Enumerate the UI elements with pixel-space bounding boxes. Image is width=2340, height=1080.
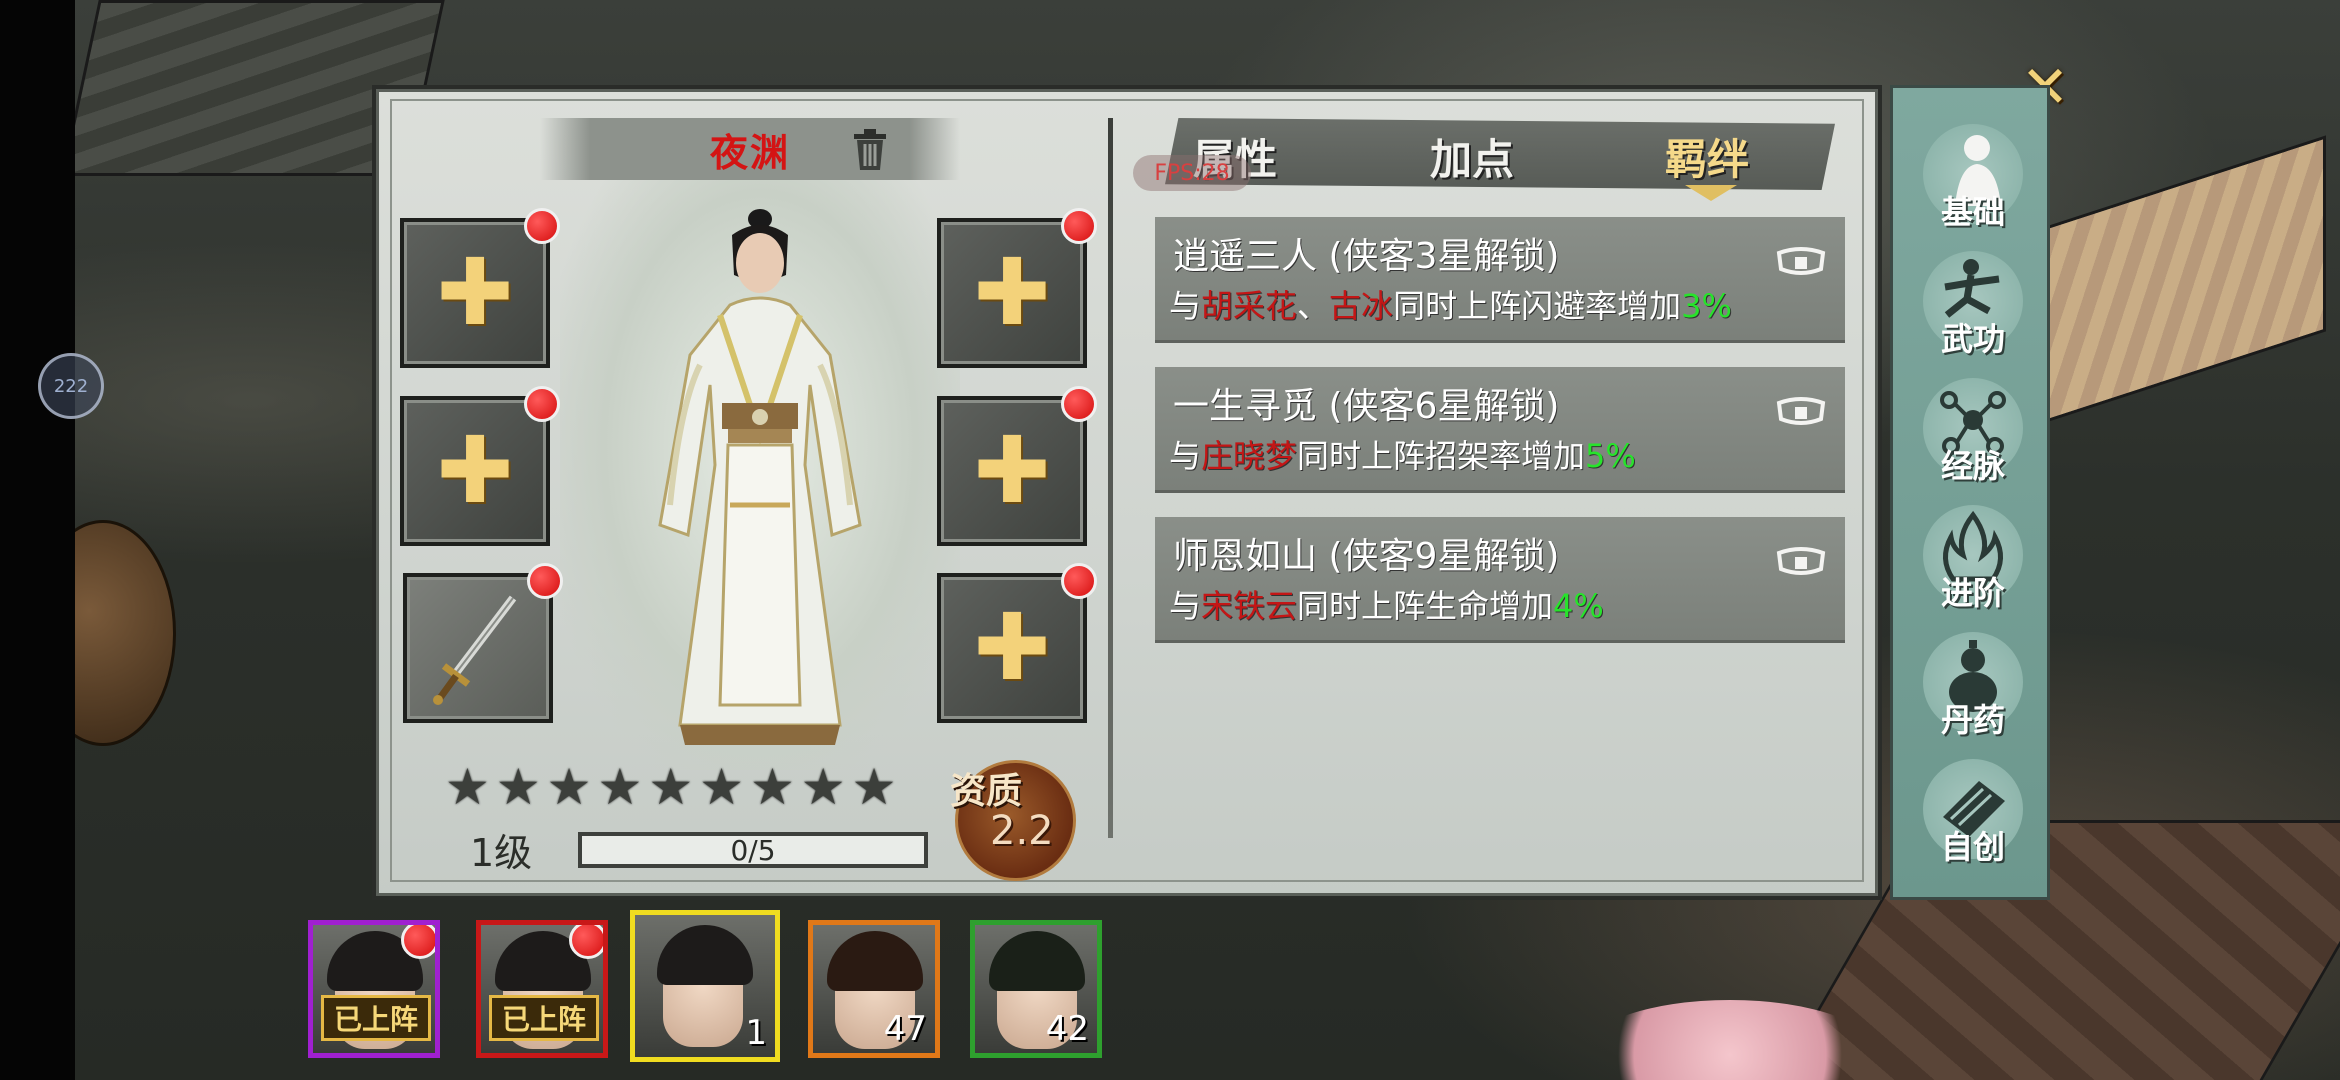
star-icon: ★ [597, 758, 643, 816]
side-tab-label: 进阶 [1940, 574, 2005, 612]
star-icon: ★ [800, 758, 846, 816]
fps-overlay: FPS:28 [1133, 155, 1251, 191]
exp-bar: 0/5 [578, 832, 928, 868]
hero-count: 42 [1045, 1009, 1089, 1049]
star-icon: ★ [749, 758, 795, 816]
character-level: 1级 [470, 831, 533, 875]
fps-indicator[interactable]: 222 [38, 353, 104, 419]
screen-edge [0, 0, 75, 1080]
roster-hero[interactable]: 42 [970, 920, 1102, 1058]
deployed-badge: 已上阵 [321, 995, 431, 1041]
bond-title: 师恩如山 (侠客9星解锁) [1173, 536, 1560, 577]
side-tab-advance[interactable]: 进阶 [1911, 499, 2035, 614]
star-rating: ★ ★ ★ ★ ★ ★ ★ ★ ★ [445, 762, 945, 812]
notification-dot [527, 563, 563, 599]
star-icon: ★ [445, 758, 490, 816]
side-tab-meridians[interactable]: 经脉 [1911, 372, 2035, 487]
side-tab-label: 基础 [1940, 193, 2005, 231]
tab-add-points[interactable]: 加点 [1430, 126, 1514, 187]
bond-entry: 一生寻觅 (侠客6星解锁) 与庄晓梦同时上阵招架率增加5% [1155, 367, 1845, 493]
hero-hair [989, 931, 1085, 991]
bond-percent: 5% [1585, 437, 1636, 475]
bond-description: 与庄晓梦同时上阵招架率增加5% [1169, 437, 1636, 475]
add-icon: ✚ [973, 239, 1051, 346]
side-tab-bar: 基础 武功 经脉 进阶 丹药 自创 [1890, 85, 2050, 900]
add-icon: ✚ [436, 239, 514, 346]
side-tab-label: 武功 [1940, 320, 2005, 358]
star-icon: ★ [495, 758, 541, 816]
bond-title: 逍遥三人 (侠客3星解锁) [1173, 236, 1560, 277]
active-tab-indicator [1685, 185, 1737, 201]
aptitude-value: 2.2 [990, 808, 1054, 854]
notification-dot [1061, 563, 1097, 599]
bond-description: 与宋铁云同时上阵生命增加4% [1169, 587, 1604, 625]
side-tab-pills[interactable]: 丹药 [1911, 626, 2035, 741]
character-name: 夜渊 [709, 130, 790, 175]
deployed-badge: 已上阵 [489, 995, 599, 1041]
equipment-slot-right-2[interactable]: ✚ [937, 386, 1097, 546]
lock-icon [1776, 397, 1826, 425]
roster-hero[interactable]: 已上阵 [476, 920, 608, 1058]
lock-icon [1776, 547, 1826, 575]
star-icon: ★ [648, 758, 694, 816]
bond-percent: 4% [1553, 587, 1604, 625]
hero-count: 47 [883, 1009, 927, 1049]
tab-bar: 属性 加点 羁绊 [1165, 118, 1835, 190]
side-tab-label: 丹药 [1940, 701, 2005, 739]
sword-icon [433, 595, 517, 705]
notification-dot [569, 925, 603, 959]
equipment-slot-left-1[interactable]: ✚ [400, 208, 560, 368]
notification-dot [401, 925, 435, 959]
notification-dot [524, 386, 560, 422]
bond-entry: 师恩如山 (侠客9星解锁) 与宋铁云同时上阵生命增加4% [1155, 517, 1845, 643]
roster-hero-selected[interactable]: 1 [630, 910, 780, 1062]
equipment-slot-right-1[interactable]: ✚ [937, 208, 1097, 368]
hero-hair [657, 925, 753, 985]
hero-hair [827, 931, 923, 991]
side-tab-label: 经脉 [1940, 447, 2005, 485]
equipment-slot-left-2[interactable]: ✚ [400, 386, 560, 546]
character-model[interactable] [610, 205, 910, 765]
lock-icon [1776, 247, 1826, 275]
equipment-slot-weapon[interactable] [403, 563, 563, 723]
notification-dot [1061, 386, 1097, 422]
roster-hero[interactable]: 47 [808, 920, 940, 1058]
bond-hero-name[interactable]: 古冰 [1329, 287, 1393, 325]
star-icon: ★ [699, 758, 744, 816]
star-icon: ★ [851, 758, 897, 816]
side-tab-basic[interactable]: 基础 [1911, 118, 2035, 233]
bond-description: 与胡采花、古冰同时上阵闪避率增加3% [1169, 287, 1732, 325]
add-icon: ✚ [973, 594, 1051, 701]
aptitude-label: 资质 [950, 771, 1023, 812]
side-tab-label: 自创 [1940, 828, 2005, 866]
hero-count: 1 [745, 1013, 767, 1053]
roster-hero[interactable]: 已上阵 [308, 920, 440, 1058]
bond-hero-name[interactable]: 胡采花 [1201, 287, 1297, 325]
side-tab-create[interactable]: 自创 [1911, 753, 2035, 868]
star-icon: ★ [546, 758, 592, 816]
tab-bonds[interactable]: 羁绊 [1665, 126, 1749, 187]
bond-title: 一生寻觅 (侠客6星解锁) [1173, 386, 1560, 427]
bond-percent: 3% [1681, 287, 1732, 325]
add-icon: ✚ [436, 417, 514, 524]
notification-dot [1061, 208, 1097, 244]
bond-entry: 逍遥三人 (侠客3星解锁) 与胡采花、古冰同时上阵闪避率增加3% [1155, 217, 1845, 343]
panel-divider [1108, 118, 1113, 838]
trash-icon[interactable] [850, 128, 890, 172]
name-banner: 夜渊 [540, 118, 960, 180]
bond-hero-name[interactable]: 庄晓梦 [1201, 437, 1297, 475]
add-icon: ✚ [973, 417, 1051, 524]
side-tab-martial-arts[interactable]: 武功 [1911, 245, 2035, 360]
equipment-slot-right-3[interactable]: ✚ [937, 563, 1097, 723]
notification-dot [524, 208, 560, 244]
bond-hero-name[interactable]: 宋铁云 [1201, 587, 1297, 625]
